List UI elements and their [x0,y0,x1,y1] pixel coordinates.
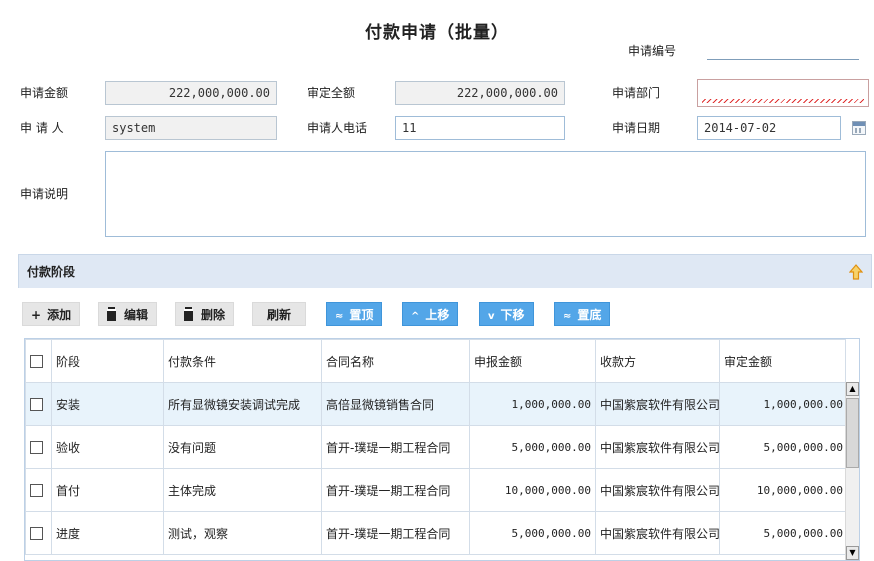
cell-condition: 所有显微镜安装调试完成 [163,382,322,426]
cell-declared: 10,000,000.00 [469,468,596,512]
row-checkbox[interactable] [30,441,43,454]
application-no-label: 申请编号 [628,44,677,58]
col-header-declared[interactable]: 申报金额 [469,339,596,383]
cell-approved: 1,000,000.00 [719,382,848,426]
table-row[interactable]: 安装 所有显微镜安装调试完成 高倍显微镜销售合同 1,000,000.00 中国… [25,382,848,426]
cell-declared: 5,000,000.00 [469,425,596,469]
row-checkbox[interactable] [30,484,43,497]
chevron-down-icon: v [488,311,495,322]
col-header-condition[interactable]: 付款条件 [163,339,322,383]
desc-label: 申请说明 [20,187,69,201]
approved-amount-label: 审定全额 [307,86,356,100]
scroll-down-arrow-icon[interactable]: ▼ [846,546,859,560]
scroll-up-arrow-icon[interactable]: ▲ [846,382,859,396]
select-all-checkbox[interactable] [30,355,43,368]
row-checkbox[interactable] [30,398,43,411]
chevron-up-icon: ^ [411,311,420,322]
double-chevron-up-icon: ≈ [335,311,344,322]
add-button[interactable]: + 添加 [22,302,81,326]
calendar-icon[interactable] [852,121,866,135]
phone-label: 申请人电话 [307,121,368,135]
move-bottom-button[interactable]: ≈ 置底 [554,302,611,326]
row-select-cell[interactable] [25,511,52,555]
col-header-approved[interactable]: 审定金额 [719,339,848,383]
payment-stage-panel-header: 付款阶段 [18,254,872,288]
approved-amount-field[interactable]: 222,000,000.00 [395,81,565,105]
cell-condition: 没有问题 [163,425,322,469]
table-row[interactable]: 验收 没有问题 首开-璞瑅一期工程合同 5,000,000.00 中国紫宸软件有… [25,425,848,469]
plus-icon: + [31,308,42,322]
date-label: 申请日期 [612,121,661,135]
scrollbar-thumb[interactable] [846,398,859,468]
phone-field[interactable]: 11 [395,116,565,140]
cell-stage: 安装 [51,382,164,426]
cell-stage: 验收 [51,425,164,469]
refresh-button[interactable]: 刷新 [252,302,307,326]
trash-icon [184,309,193,321]
cell-contract: 首开-璞瑅一期工程合同 [321,511,470,555]
cell-contract: 高倍显微镜销售合同 [321,382,470,426]
cell-payee: 中国紫宸软件有限公司 [595,468,720,512]
grid-table: 阶段 付款条件 合同名称 申报金额 收款方 审定金额 安装 所有显微镜安装调试完… [25,339,848,555]
payment-stage-grid: 阶段 付款条件 合同名称 申报金额 收款方 审定金额 安装 所有显微镜安装调试完… [24,338,860,561]
col-header-payee[interactable]: 收款方 [595,339,720,383]
department-label: 申请部门 [612,86,661,100]
row-select-cell[interactable] [25,382,52,426]
desc-textarea[interactable] [105,151,866,237]
trash-icon [107,309,116,321]
cell-approved: 5,000,000.00 [719,425,848,469]
cell-payee: 中国紫宸软件有限公司 [595,382,720,426]
table-row[interactable]: 进度 测试，观察 首开-璞瑅一期工程合同 5,000,000.00 中国紫宸软件… [25,511,848,555]
application-no-field[interactable] [707,40,859,60]
move-down-button[interactable]: v 下移 [479,302,534,326]
edit-button[interactable]: 编辑 [98,302,158,326]
grid-header-row: 阶段 付款条件 合同名称 申报金额 收款方 审定金额 [25,339,848,383]
amount-field[interactable]: 222,000,000.00 [105,81,277,105]
double-chevron-down-icon: ≈ [563,311,572,322]
row-select-cell[interactable] [25,468,52,512]
amount-label: 申请金额 [20,86,69,100]
move-up-button[interactable]: ^ 上移 [402,302,459,326]
date-field[interactable]: 2014-07-02 [697,116,841,140]
cell-approved: 5,000,000.00 [719,511,848,555]
grid-vertical-scrollbar[interactable]: ▲ ▼ [845,382,859,560]
arrow-up-icon[interactable] [849,264,863,280]
validation-underline [702,99,864,103]
cell-contract: 首开-璞瑅一期工程合同 [321,425,470,469]
row-select-cell[interactable] [25,425,52,469]
select-all-cell[interactable] [25,339,52,383]
col-header-contract[interactable]: 合同名称 [321,339,470,383]
col-header-stage[interactable]: 阶段 [51,339,164,383]
cell-approved: 10,000,000.00 [719,468,848,512]
cell-condition: 测试，观察 [163,511,322,555]
applicant-label: 申 请 人 [20,121,64,135]
cell-declared: 5,000,000.00 [469,511,596,555]
delete-button[interactable]: 删除 [175,302,235,326]
cell-stage: 进度 [51,511,164,555]
table-row[interactable]: 首付 主体完成 首开-璞瑅一期工程合同 10,000,000.00 中国紫宸软件… [25,468,848,512]
move-top-button[interactable]: ≈ 置顶 [326,302,383,326]
grid-toolbar: + 添加 编辑 删除 刷新 ≈ 置顶 ^ 上移 v 下移 ≈ 置底 [18,288,872,338]
cell-condition: 主体完成 [163,468,322,512]
cell-payee: 中国紫宸软件有限公司 [595,511,720,555]
cell-declared: 1,000,000.00 [469,382,596,426]
cell-contract: 首开-璞瑅一期工程合同 [321,468,470,512]
department-field[interactable] [697,79,869,107]
applicant-field[interactable]: system [105,116,277,140]
row-checkbox[interactable] [30,527,43,540]
cell-payee: 中国紫宸软件有限公司 [595,425,720,469]
grid-header-corner [845,339,859,382]
panel-title: 付款阶段 [27,265,76,279]
cell-stage: 首付 [51,468,164,512]
